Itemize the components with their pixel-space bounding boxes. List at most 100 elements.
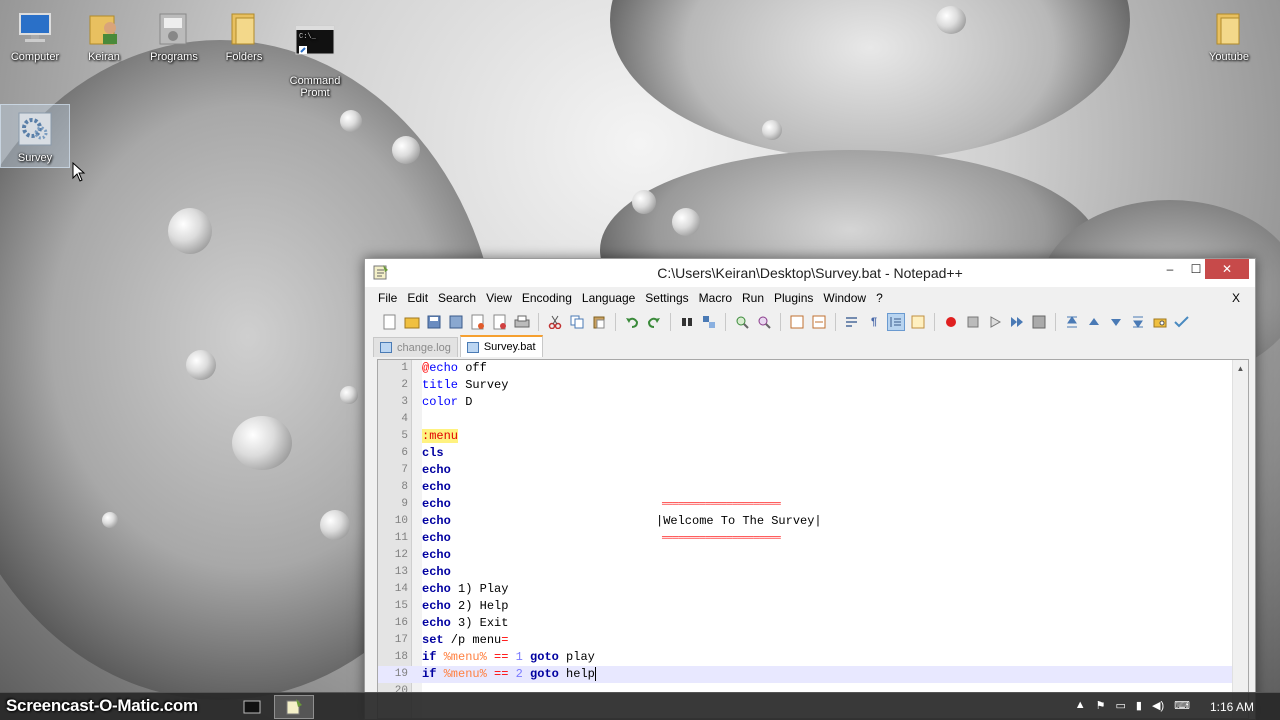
close-file-icon[interactable] <box>469 313 487 331</box>
word-wrap-icon[interactable] <box>843 313 861 331</box>
token-keyword: echo <box>422 463 451 477</box>
water-drop <box>340 110 362 132</box>
code-line: 4 <box>378 411 1232 428</box>
token-text: D <box>458 395 473 409</box>
token-operator: == <box>486 667 509 681</box>
programs-icon <box>154 8 194 48</box>
desktop-icon-command-prompt[interactable]: C:\_ Command Promt <box>280 8 350 111</box>
save-all-icon[interactable] <box>447 313 465 331</box>
menu-settings[interactable]: Settings <box>640 291 693 305</box>
line-number: 2 <box>401 379 408 391</box>
water-drop <box>936 6 966 34</box>
command-prompt-icon: C:\_ <box>295 20 335 60</box>
menu-help[interactable]: ? <box>871 291 888 305</box>
print-icon[interactable] <box>513 313 531 331</box>
close-document-button[interactable]: X <box>1227 291 1245 305</box>
taskbar-clock[interactable]: 1:16 AM <box>1210 700 1254 714</box>
token-text: play <box>558 650 595 664</box>
network-icon[interactable]: ▮ <box>1136 699 1142 712</box>
close-all-icon[interactable] <box>491 313 509 331</box>
zoom-out-icon[interactable] <box>755 313 773 331</box>
sync-vertical-icon[interactable] <box>788 313 806 331</box>
desktop-icon-label: Command Promt <box>289 75 341 99</box>
taskbar-app-notepad-plus-plus[interactable] <box>274 695 314 719</box>
menu-file[interactable]: File <box>373 291 402 305</box>
cut-icon[interactable] <box>546 313 564 331</box>
svg-text:C:\_: C:\_ <box>299 33 317 41</box>
up-arrow-icon[interactable] <box>1085 313 1103 331</box>
desktop-icon-survey[interactable]: Survey <box>0 104 70 168</box>
replace-icon[interactable] <box>700 313 718 331</box>
menu-run[interactable]: Run <box>737 291 769 305</box>
menu-window[interactable]: Window <box>818 291 871 305</box>
show-hidden-icons-icon[interactable]: ▲ <box>1075 699 1086 712</box>
code-editor[interactable]: 1 @echo off 2 title Survey 3 color D 4 5:me… <box>377 359 1249 719</box>
token-text: /p menu <box>443 633 502 647</box>
zoom-in-icon[interactable] <box>733 313 751 331</box>
taskbar-app-command-prompt[interactable] <box>232 695 272 719</box>
menu-bar: File Edit Search View Encoding Language … <box>365 287 1255 309</box>
tab-change-log[interactable]: change.log <box>373 337 458 357</box>
line-number: 14 <box>394 583 408 595</box>
show-all-characters-icon[interactable]: ¶ <box>865 313 883 331</box>
new-file-icon[interactable] <box>381 313 399 331</box>
menu-macro[interactable]: Macro <box>694 291 737 305</box>
tab-label: Survey.bat <box>483 341 536 353</box>
code-line: 15 echo 2) Help <box>378 598 1232 615</box>
batch-file-icon <box>15 109 55 149</box>
desktop-icon-keiran[interactable]: Keiran <box>69 8 139 63</box>
unfold-all-icon[interactable] <box>1129 313 1147 331</box>
desktop-icon-folders[interactable]: Folders <box>209 8 279 63</box>
paste-icon[interactable] <box>590 313 608 331</box>
record-macro-icon[interactable] <box>942 313 960 331</box>
desktop-icon-youtube[interactable]: Youtube <box>1194 8 1264 63</box>
down-arrow-icon[interactable] <box>1107 313 1125 331</box>
fold-all-icon[interactable] <box>1063 313 1081 331</box>
indent-guide-icon[interactable] <box>887 313 905 331</box>
code-line: 2 title Survey <box>378 377 1232 394</box>
open-file-icon[interactable] <box>403 313 421 331</box>
menu-plugins[interactable]: Plugins <box>769 291 818 305</box>
save-macro-icon[interactable] <box>1030 313 1048 331</box>
keyboard-icon[interactable]: ⌨ <box>1174 699 1190 712</box>
play-macro-icon[interactable] <box>986 313 1004 331</box>
toolbar-separator <box>835 313 836 331</box>
desktop-icon-label: Folders <box>225 51 263 63</box>
code-line: 3 color D <box>378 394 1232 411</box>
code-line: 6 cls <box>378 445 1232 462</box>
water-drop <box>340 386 358 404</box>
stop-macro-icon[interactable] <box>964 313 982 331</box>
undo-icon[interactable] <box>623 313 641 331</box>
token-text: 1) Play <box>450 582 509 596</box>
menu-language[interactable]: Language <box>577 291 640 305</box>
desktop-icon-programs[interactable]: Programs <box>139 8 209 63</box>
window-titlebar[interactable]: C:\Users\Keiran\Desktop\Survey.bat - Not… <box>365 259 1255 287</box>
find-icon[interactable] <box>678 313 696 331</box>
scroll-up-icon[interactable]: ▲ <box>1233 360 1248 376</box>
close-button[interactable]: ✕ <box>1205 259 1249 279</box>
token-number: 2 <box>508 667 523 681</box>
flag-icon[interactable]: ⚑ <box>1096 699 1106 712</box>
save-icon[interactable] <box>425 313 443 331</box>
menu-edit[interactable]: Edit <box>402 291 433 305</box>
desktop-icon-computer[interactable]: Computer <box>0 8 70 63</box>
computer-icon <box>15 8 55 48</box>
spell-check-icon[interactable] <box>1173 313 1191 331</box>
tab-survey-bat[interactable]: Survey.bat <box>459 335 543 357</box>
menu-encoding[interactable]: Encoding <box>517 291 577 305</box>
taskbar: Screencast-O-Matic.com ▲ ⚑ ▭ ▮ ◀) ⌨ 1:16… <box>0 692 1280 720</box>
menu-search[interactable]: Search <box>433 291 481 305</box>
vertical-scrollbar[interactable]: ▲ <box>1232 360 1248 718</box>
redo-icon[interactable] <box>645 313 663 331</box>
run-macro-multiple-icon[interactable] <box>1008 313 1026 331</box>
sync-horizontal-icon[interactable] <box>810 313 828 331</box>
folder-search-icon[interactable] <box>1151 313 1169 331</box>
line-number: 16 <box>394 617 408 629</box>
line-number: 1 <box>401 362 408 374</box>
doc-map-icon[interactable] <box>909 313 927 331</box>
volume-icon[interactable]: ◀) <box>1152 699 1164 712</box>
token-keyword: goto <box>522 650 559 664</box>
menu-view[interactable]: View <box>481 291 517 305</box>
copy-icon[interactable] <box>568 313 586 331</box>
display-icon[interactable]: ▭ <box>1116 699 1126 712</box>
